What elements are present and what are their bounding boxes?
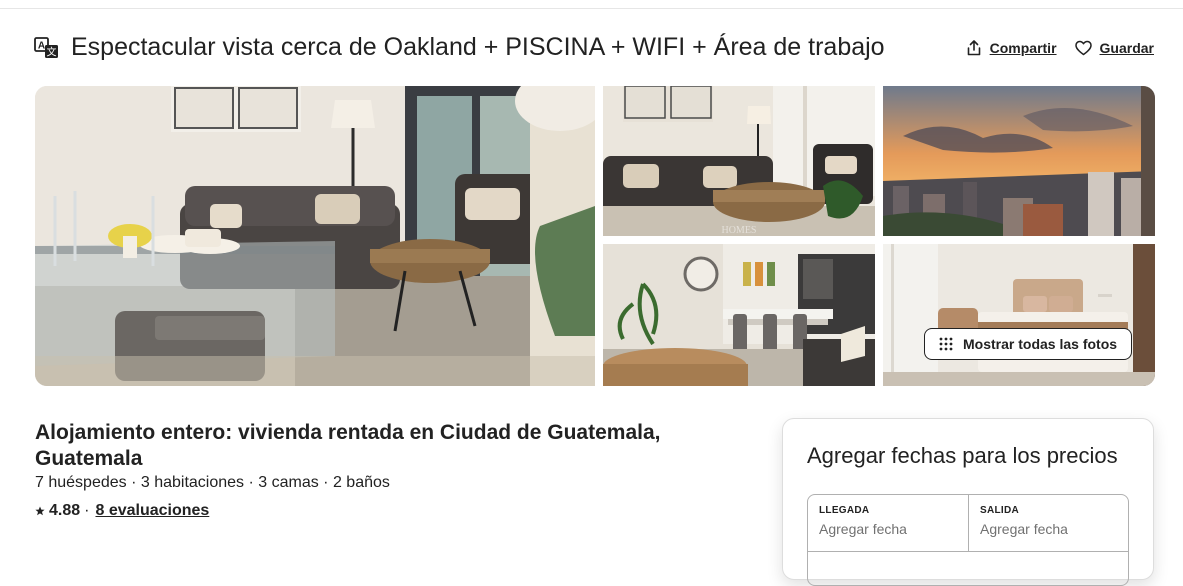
reviews-link[interactable]: 8 evaluaciones [95,502,209,520]
listing-capacity-details: 7 huéspedes · 3 habitaciones · 3 camas ·… [35,474,390,491]
rating-separator: · [84,502,90,519]
photo-dining-kitchen[interactable] [603,244,875,386]
date-picker-divider [808,551,1128,552]
svg-text:A: A [38,41,45,52]
rating-value: 4.88 [49,502,81,519]
svg-text:文: 文 [47,46,57,59]
checkin-placeholder: Agregar fecha [819,521,907,537]
photo-city-sunset[interactable] [883,86,1155,236]
booking-card: Agregar fechas para los precios LLEGADA … [782,418,1154,586]
rating-summary: 4.88 · 8 evaluaciones [35,502,209,520]
show-all-photos-button[interactable]: Mostrar todas las fotos [924,328,1133,360]
checkin-label: LLEGADA [819,505,870,516]
listing-summary-heading: Alojamiento entero: vivienda rentada en … [35,421,661,470]
share-icon [967,40,980,56]
checkout-placeholder: Agregar fecha [980,521,1068,537]
share-button[interactable]: Compartir [966,40,1057,56]
checkout-field[interactable]: SALIDA Agregar fecha [969,495,1129,551]
listing-header: A 文 Espectacular vista cerca de Oakland … [34,32,1154,66]
photo-bedroom[interactable] [883,244,1155,386]
translate-icon[interactable]: A 文 [34,35,60,61]
save-button[interactable]: Guardar [1074,40,1154,56]
show-all-photos-label: Mostrar todas las fotos [963,336,1118,352]
checkout-label: SALIDA [980,505,1020,516]
star-icon [35,506,45,516]
date-picker: LLEGADA Agregar fecha SALIDA Agregar fec… [807,494,1129,586]
booking-card-title: Agregar fechas para los precios [807,443,1118,468]
photo-living-dining[interactable] [35,86,595,386]
heart-icon [1074,40,1092,56]
header-actions: Compartir Guardar [966,40,1154,56]
share-label: Compartir [989,40,1057,56]
header-divider [0,8,1183,9]
checkin-field[interactable]: LLEGADA Agregar fecha [808,495,969,551]
svg-text:HOMES: HOMES [721,225,756,236]
photo-living-room[interactable]: HOMES [603,86,875,236]
page-title: Espectacular vista cerca de Oakland + PI… [71,33,885,61]
save-label: Guardar [1099,40,1154,56]
grid-dots-icon [939,337,953,351]
